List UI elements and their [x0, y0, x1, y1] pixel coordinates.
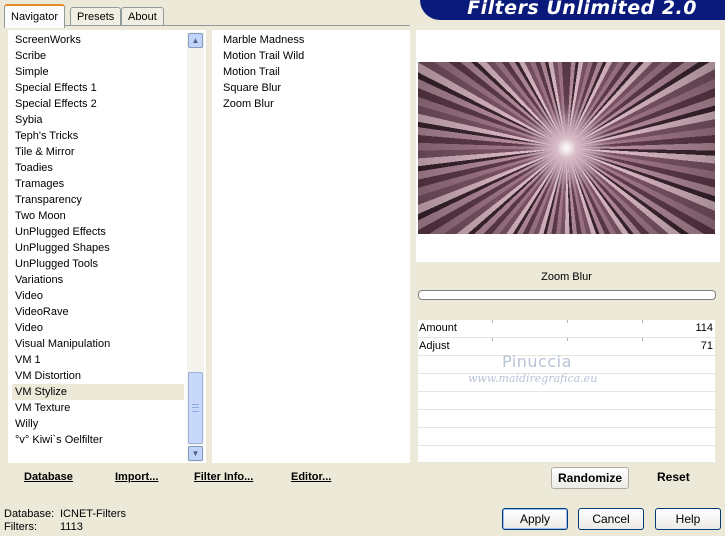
category-list-item[interactable]: Two Moon [12, 208, 184, 224]
filter-name-label: Zoom Blur [418, 266, 715, 288]
param-label-adjust: Adjust [419, 340, 450, 352]
status-filters-value: 1113 [60, 521, 83, 533]
filter-list-item[interactable]: Square Blur [220, 80, 400, 96]
editor-button[interactable]: Editor... [291, 468, 331, 486]
category-list-item[interactable]: Video [12, 320, 184, 336]
scroll-up-button[interactable]: ▲ [188, 33, 203, 48]
chevron-up-icon: ▲ [191, 36, 200, 45]
category-list-item[interactable]: °v° Kiwi`s Oelfilter [12, 432, 184, 448]
param-row-amount[interactable]: Amount 114 [418, 320, 715, 338]
progress-bar [418, 290, 716, 300]
editor-label: Editor... [291, 471, 332, 483]
category-list-item[interactable]: VideoRave [12, 304, 184, 320]
category-scrollbar[interactable]: ▲ ▼ [187, 32, 204, 462]
category-list-item[interactable]: ScreenWorks [12, 32, 184, 48]
category-list-item[interactable]: Toadies [12, 160, 184, 176]
param-row-empty [418, 392, 715, 410]
randomize-button[interactable]: Randomize [551, 467, 629, 489]
status-database-value: ICNET-Filters [60, 508, 126, 520]
category-list-item[interactable]: VM 1 [12, 352, 184, 368]
filter-info-button[interactable]: Filter Info... [194, 468, 253, 486]
category-list-item[interactable]: Special Effects 2 [12, 96, 184, 112]
filter-info-label: Filter Info... [194, 471, 254, 483]
category-list-item[interactable]: VM Texture [12, 400, 184, 416]
category-list-item[interactable]: Variations [12, 272, 184, 288]
category-list-item[interactable]: Transparency [12, 192, 184, 208]
reset-button[interactable]: Reset [657, 468, 690, 486]
scroll-thumb[interactable] [188, 372, 203, 444]
watermark-url: www.maidiregrafica.eu [468, 372, 598, 385]
category-list-item[interactable]: UnPlugged Shapes [12, 240, 184, 256]
filter-list[interactable]: Marble Madness Motion Trail Wild Motion Tr… [220, 32, 400, 112]
filter-list-item[interactable]: Motion Trail Wild [220, 48, 400, 64]
preview-image [418, 62, 715, 234]
param-value-amount: 114 [695, 322, 713, 334]
app-banner: Filters Unlimited 2.0 [420, 0, 725, 20]
category-list-item[interactable]: Special Effects 1 [12, 80, 184, 96]
param-row-empty [418, 428, 715, 446]
apply-button[interactable]: Apply [502, 508, 568, 530]
category-list-item[interactable]: UnPlugged Tools [12, 256, 184, 272]
filter-list-item[interactable]: Marble Madness [220, 32, 400, 48]
category-list-item[interactable]: Tramages [12, 176, 184, 192]
scroll-down-button[interactable]: ▼ [188, 446, 203, 461]
tab-about[interactable]: About [121, 7, 164, 26]
filter-list-item[interactable]: Motion Trail [220, 64, 400, 80]
import-label: Import... [115, 471, 159, 483]
cancel-button[interactable]: Cancel [578, 508, 644, 530]
category-list-item[interactable]: Visual Manipulation [12, 336, 184, 352]
category-list-item[interactable]: Scribe [12, 48, 184, 64]
status-filters-label: Filters: [4, 521, 37, 533]
amount-slider[interactable] [492, 320, 643, 337]
param-label-amount: Amount [419, 322, 457, 334]
category-list-item[interactable]: Video [12, 288, 184, 304]
category-list-item[interactable]: Sybia [12, 112, 184, 128]
help-button[interactable]: Help [655, 508, 721, 530]
filter-list-item[interactable]: Zoom Blur [220, 96, 400, 112]
param-value-adjust: 71 [700, 340, 713, 352]
category-list-item[interactable]: UnPlugged Effects [12, 224, 184, 240]
tab-presets[interactable]: Presets [70, 7, 122, 26]
param-row-empty [418, 410, 715, 428]
tab-navigator[interactable]: Navigator [4, 4, 66, 28]
watermark-name: Pinuccia [502, 352, 572, 371]
category-list[interactable]: ScreenWorks Scribe Simple Special Effects 1… [12, 32, 184, 448]
category-list-item[interactable]: Simple [12, 64, 184, 80]
chevron-down-icon: ▼ [191, 449, 200, 458]
category-list-item[interactable]: Tile & Mirror [12, 144, 184, 160]
status-database-label: Database: [4, 508, 55, 520]
category-list-item[interactable]: VM Stylize [12, 384, 184, 400]
param-row-empty [418, 446, 715, 463]
database-label: Database [24, 471, 73, 483]
category-list-item[interactable]: Teph's Tricks [12, 128, 184, 144]
app-title: Filters Unlimited 2.0 [467, 0, 697, 19]
import-button[interactable]: Import... [115, 468, 158, 486]
grip-icon [192, 404, 199, 412]
database-button[interactable]: Database [24, 468, 73, 486]
category-list-item[interactable]: Willy [12, 416, 184, 432]
category-list-item[interactable]: VM Distortion [12, 368, 184, 384]
